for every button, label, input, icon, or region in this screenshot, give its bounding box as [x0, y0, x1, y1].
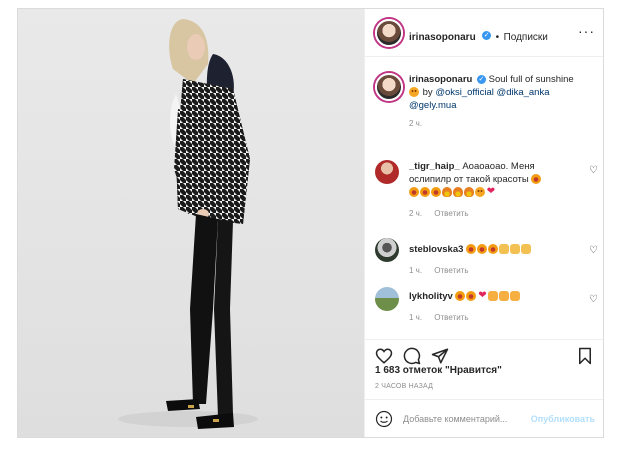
face-emoji-icon — [477, 244, 488, 255]
face-emoji-icon — [420, 187, 430, 198]
caption-time: 2 ч. — [409, 119, 423, 128]
fire-emoji-icon — [442, 187, 452, 198]
heart-emoji-icon: ❤ — [486, 186, 496, 198]
likes-count[interactable]: 1 683 отметок "Нравится" — [375, 365, 502, 376]
fashion-model-image — [118, 19, 258, 429]
avatar[interactable] — [375, 238, 399, 262]
fire-emoji-icon — [453, 187, 463, 198]
comment-username[interactable]: steblovska3 — [409, 244, 463, 255]
reply-button[interactable]: Ответить — [434, 313, 468, 322]
comment-time: 2 ч. — [409, 209, 423, 218]
comment: steblovska3 1 ч. Ответить — [409, 243, 579, 277]
hands-emoji-icon — [499, 291, 510, 302]
like-comment-icon[interactable]: ♡ — [589, 166, 599, 176]
avatar[interactable] — [375, 287, 399, 311]
sun-emoji-icon — [409, 87, 419, 98]
reply-button[interactable]: Ответить — [434, 209, 468, 218]
verified-icon: ✓ — [476, 74, 486, 84]
comment-time: 1 ч. — [409, 313, 423, 322]
more-icon[interactable]: ··· — [578, 23, 595, 39]
post-side-panel: irinasoponaru ✓ • Подписки ··· irinasopo… — [364, 9, 603, 437]
reply-button[interactable]: Ответить — [434, 266, 468, 275]
caption-by: by — [422, 87, 433, 98]
instagram-post: irinasoponaru ✓ • Подписки ··· irinasopo… — [17, 8, 604, 438]
comment-icon[interactable] — [403, 347, 421, 365]
follow-button[interactable]: Подписки — [504, 32, 548, 43]
caption-text: Soul full of sunshine — [488, 74, 574, 85]
comment-text: ослипилр от такой красоты — [409, 174, 529, 185]
header-separator: • — [495, 32, 500, 43]
comment-username[interactable]: lykholityv — [409, 291, 453, 302]
share-icon[interactable] — [431, 347, 449, 365]
face-emoji-icon — [409, 187, 419, 198]
caption: irinasoponaru ✓ Soul full of sunshine by… — [409, 73, 594, 130]
comment-username[interactable]: _tigr_haip_ — [409, 161, 460, 172]
header-user: irinasoponaru ✓ • Подписки — [409, 27, 548, 45]
clap-emoji-icon — [499, 244, 510, 255]
hands-emoji-icon — [510, 291, 521, 302]
face-emoji-icon — [466, 291, 477, 302]
clap-emoji-icon — [510, 244, 521, 255]
verified-icon: ✓ — [482, 31, 492, 41]
publish-button[interactable]: Опубликовать — [531, 414, 595, 424]
post-header: irinasoponaru ✓ • Подписки ··· — [365, 9, 603, 57]
avatar[interactable] — [375, 19, 403, 47]
face-emoji-icon — [475, 187, 485, 198]
clap-emoji-icon — [521, 244, 532, 255]
hands-emoji-icon — [488, 291, 499, 302]
post-photo[interactable] — [18, 9, 364, 437]
comment-text: Аоаоаоао. Меня — [462, 161, 535, 172]
caption-avatar[interactable] — [375, 73, 403, 101]
face-emoji-icon — [455, 291, 466, 302]
add-comment-bar: Добавьте комментарий... Опубликовать — [365, 399, 603, 438]
mention-link[interactable]: @oksi_official — [435, 87, 494, 98]
heart-icon[interactable] — [375, 347, 393, 365]
mention-link[interactable]: @gely.mua — [409, 100, 457, 111]
comment-input[interactable]: Добавьте комментарий... — [403, 414, 507, 424]
smiley-icon[interactable] — [375, 410, 393, 428]
post-time: 2 ЧАСОВ НАЗАД — [375, 383, 434, 390]
heart-emoji-icon: ❤ — [478, 290, 487, 302]
caption-username[interactable]: irinasoponaru — [409, 74, 472, 85]
fire-emoji-icon — [464, 187, 474, 198]
mention-link[interactable]: @dika_anka — [497, 87, 550, 98]
comments-list: irinasoponaru ✓ Soul full of sunshine by… — [365, 57, 603, 337]
action-bar — [365, 339, 603, 365]
like-comment-icon[interactable]: ♡ — [589, 295, 599, 305]
avatar[interactable] — [375, 160, 399, 184]
comment-time: 1 ч. — [409, 266, 423, 275]
bookmark-icon[interactable] — [576, 347, 594, 365]
face-emoji-icon — [531, 174, 542, 185]
comment: _tigr_haip_ Аоаоаоао. Меня ослипилр от т… — [409, 160, 579, 220]
face-emoji-icon — [488, 244, 499, 255]
face-emoji-icon — [466, 244, 477, 255]
comment: lykholityv ❤ 1 ч. Ответить — [409, 290, 579, 324]
face-emoji-icon — [431, 187, 441, 198]
header-username[interactable]: irinasoponaru — [409, 32, 476, 43]
like-comment-icon[interactable]: ♡ — [589, 246, 599, 256]
